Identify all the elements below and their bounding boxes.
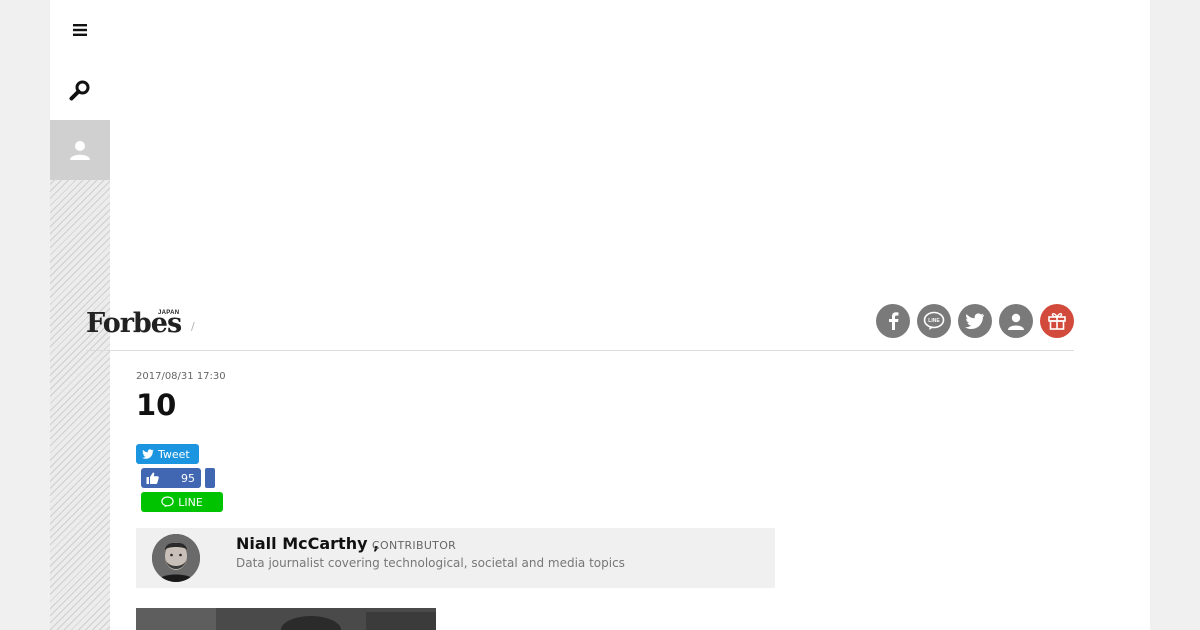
like-share-button[interactable]	[205, 468, 215, 488]
social-links: LINE	[876, 304, 1074, 338]
author-description: Data journalist covering technological, …	[236, 556, 625, 570]
line-icon	[161, 496, 174, 508]
like-count: 95	[181, 471, 195, 485]
line-icon: LINE	[923, 311, 945, 330]
twitter-icon	[965, 313, 985, 329]
tweet-button[interactable]: Tweet	[136, 444, 199, 464]
search-icon	[69, 80, 90, 101]
author-avatar[interactable]	[152, 534, 200, 582]
user-icon	[1008, 313, 1024, 330]
publish-date: 2017/08/31 17:30	[136, 371, 226, 382]
article-hero-image	[136, 608, 436, 630]
article-title: 10	[136, 388, 177, 422]
logo-region: JAPAN	[158, 310, 180, 316]
brand-bar: Forbes JAPAN / LINE	[86, 300, 1074, 351]
avatar-image	[152, 534, 200, 582]
author-name[interactable]: Niall McCarthy ,	[236, 534, 379, 553]
search-button[interactable]	[50, 60, 110, 120]
gift-icon	[1048, 313, 1066, 330]
author-role: CONTRIBUTOR	[372, 539, 457, 552]
menu-icon	[73, 24, 87, 36]
menu-button[interactable]	[50, 0, 110, 60]
twitter-button[interactable]	[958, 304, 992, 338]
line-label: LINE	[178, 495, 203, 509]
line-button[interactable]: LINE	[917, 304, 951, 338]
facebook-like-button[interactable]: 95	[141, 468, 201, 488]
line-share-button[interactable]: LINE	[141, 492, 223, 512]
svg-text:LINE: LINE	[928, 318, 940, 324]
twitter-icon	[142, 449, 154, 459]
gift-button[interactable]	[1040, 304, 1074, 338]
account-button[interactable]	[999, 304, 1033, 338]
author-card: Niall McCarthy , CONTRIBUTOR Data journa…	[136, 528, 775, 588]
facebook-icon	[889, 312, 899, 330]
ad-placeholder	[110, 0, 1150, 290]
breadcrumb-separator: /	[191, 320, 195, 333]
thumbs-up-icon	[146, 472, 159, 484]
hero-photo	[136, 608, 436, 630]
user-icon	[70, 141, 90, 160]
login-button[interactable]	[50, 120, 110, 180]
tweet-label: Tweet	[158, 447, 190, 461]
facebook-button[interactable]	[876, 304, 910, 338]
